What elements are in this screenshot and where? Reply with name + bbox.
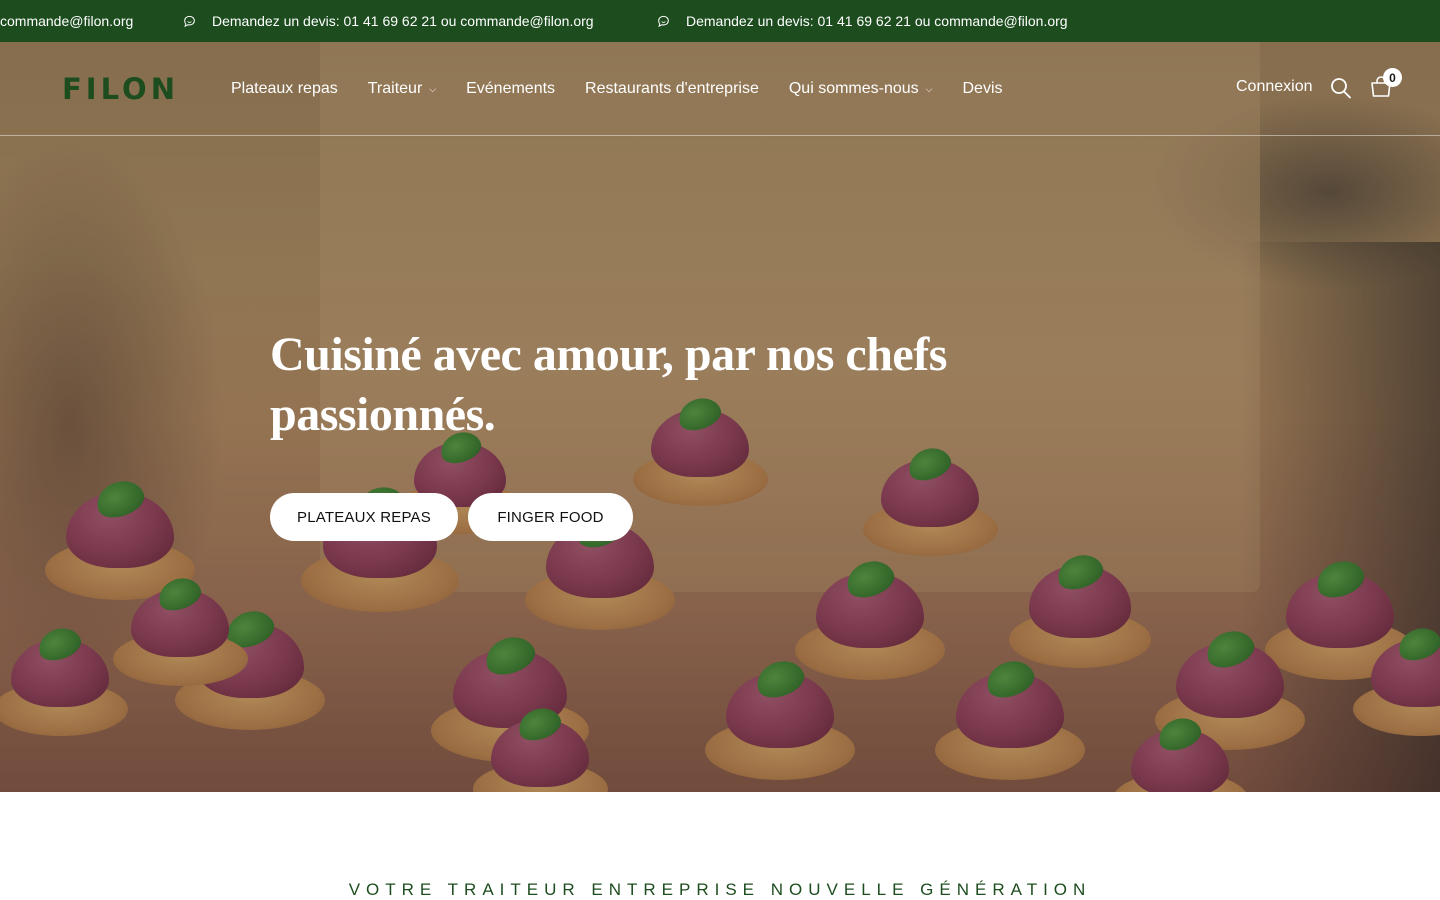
chat-bubble-icon xyxy=(184,15,195,27)
nav-item-restaurants[interactable]: Restaurants d'entreprise xyxy=(585,80,759,98)
chevron-down-icon: ⌵ xyxy=(429,83,437,94)
nav-item-qui-sommes-nous[interactable]: Qui sommes-nous ⌵ xyxy=(789,80,933,98)
nav-item-label: Plateaux repas xyxy=(231,80,338,97)
chevron-down-icon: ⌵ xyxy=(925,83,933,94)
nav-item-label: Restaurants d'entreprise xyxy=(585,80,759,97)
plateaux-repas-button[interactable]: PLATEAUX REPAS xyxy=(270,493,458,541)
announcement-text: Demandez un devis: 01 41 69 62 21 ou com… xyxy=(686,13,1068,29)
nav-item-label: Evénements xyxy=(466,80,556,97)
nav-item-label: Qui sommes-nous xyxy=(788,80,919,97)
login-link[interactable]: Connexion xyxy=(1236,78,1313,96)
site-header: FILON Plateaux repas Traiteur ⌵ Evénemen… xyxy=(0,42,1440,136)
nav-item-devis[interactable]: Devis xyxy=(963,80,1003,98)
nav-item-evenements[interactable]: Evénements xyxy=(466,80,555,98)
announcement-bar: commande@filon.org Demandez un devis: 01… xyxy=(0,0,1440,42)
announcement-item-partial: commande@filon.org xyxy=(0,0,133,42)
announcement-item[interactable]: Demandez un devis: 01 41 69 62 21 ou com… xyxy=(657,0,1068,42)
nav-item-plateaux-repas[interactable]: Plateaux repas xyxy=(231,80,338,98)
search-icon[interactable] xyxy=(1330,76,1352,100)
nav-item-label: Devis xyxy=(962,80,1003,97)
announcement-partial-text: commande@filon.org xyxy=(0,13,134,29)
chat-bubble-icon xyxy=(658,15,669,27)
nav-item-traiteur[interactable]: Traiteur ⌵ xyxy=(368,80,436,98)
cart-count-badge: 0 xyxy=(1383,68,1402,87)
main-nav: Plateaux repas Traiteur ⌵ Evénements Res… xyxy=(231,42,1033,136)
finger-food-button[interactable]: FINGER FOOD xyxy=(468,493,633,541)
announcement-item[interactable]: Demandez un devis: 01 41 69 62 21 ou com… xyxy=(183,0,594,42)
nav-item-label: Traiteur xyxy=(367,80,423,97)
site-logo[interactable]: FILON xyxy=(62,72,179,106)
hero-title: Cuisiné avec amour, par nos chefs passio… xyxy=(270,328,947,441)
announcement-text: Demandez un devis: 01 41 69 62 21 ou com… xyxy=(212,13,594,29)
section-tagline: VOTRE TRAITEUR ENTREPRISE NOUVELLE GÉNÉR… xyxy=(348,880,1092,899)
